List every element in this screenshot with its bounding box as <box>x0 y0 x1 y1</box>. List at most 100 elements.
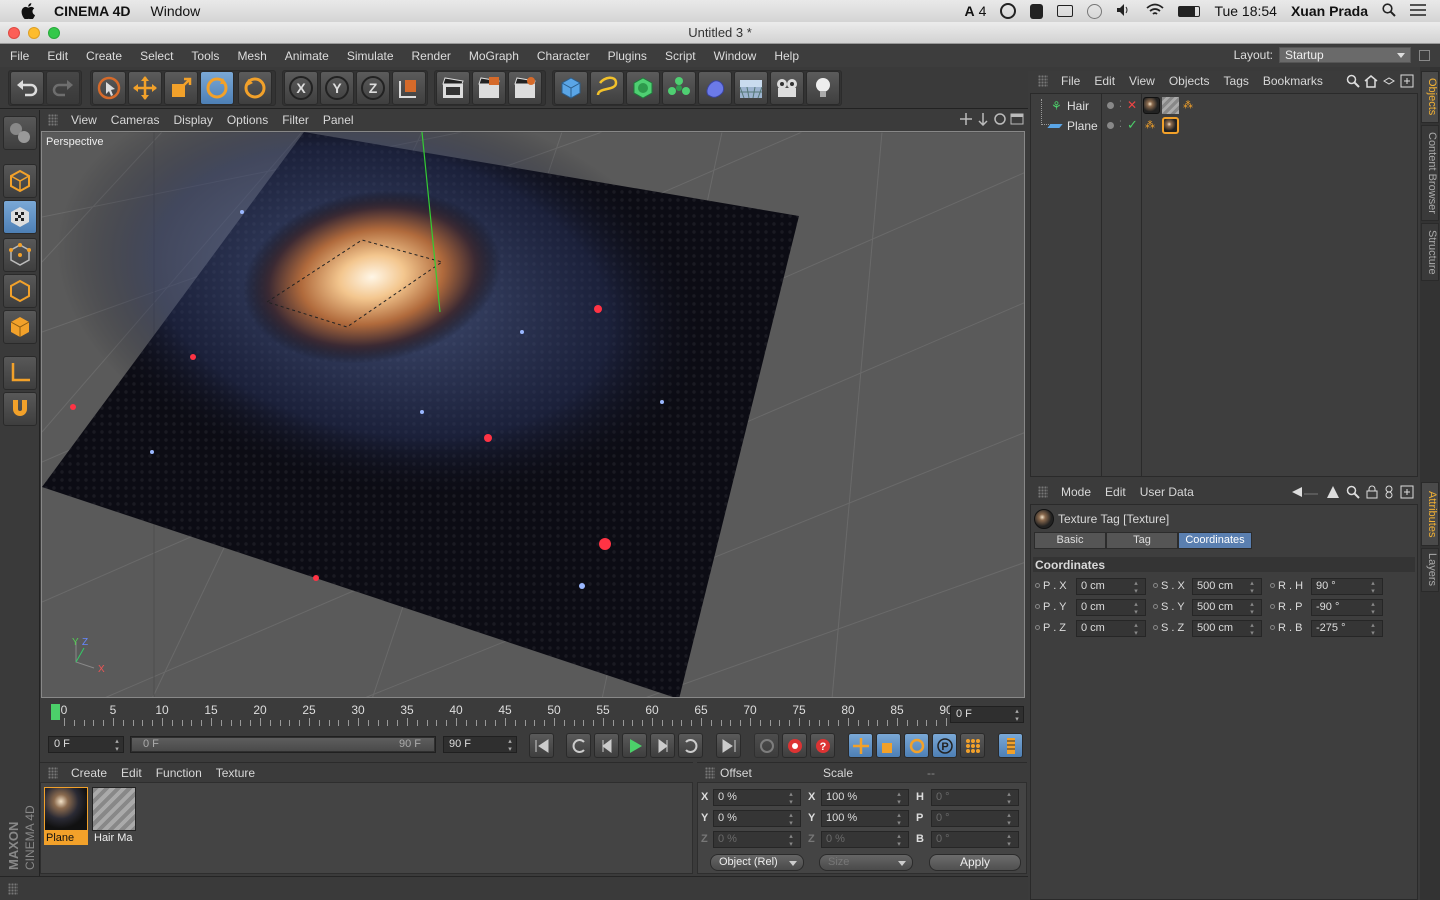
attr-menu-user-data[interactable]: User Data <box>1133 485 1201 499</box>
render-settings-button[interactable] <box>508 71 542 105</box>
rot-b-field[interactable]: 0 ° <box>931 831 1019 848</box>
link-icon[interactable] <box>1384 485 1394 502</box>
polygons-mode-button[interactable] <box>3 310 37 344</box>
menu-help[interactable]: Help <box>765 49 808 63</box>
panel-grip[interactable] <box>1038 486 1048 498</box>
menu-mograph[interactable]: MoGraph <box>460 49 528 63</box>
object-name[interactable]: Plane <box>1067 119 1098 133</box>
object-row-plane[interactable]: Plane ⁚ ✓ ⁂ <box>1031 116 1417 136</box>
disabled-x-icon[interactable]: ✕ <box>1127 98 1137 112</box>
animate-dot[interactable] <box>1153 604 1158 609</box>
coordinate-system-button[interactable] <box>392 71 426 105</box>
material-hair[interactable]: Hair Ma <box>92 787 136 847</box>
offset-y-field[interactable]: 0 % <box>713 810 801 827</box>
object-menu-objects[interactable]: Objects <box>1162 74 1217 88</box>
viewport-menu-filter[interactable]: Filter <box>275 113 316 127</box>
time-machine-icon[interactable] <box>1087 3 1103 19</box>
lock-icon[interactable] <box>1366 485 1378 502</box>
light-button[interactable] <box>806 71 840 105</box>
scale-x-field[interactable]: 500 cm <box>1192 578 1262 595</box>
scale-y-field[interactable]: 100 % <box>821 810 909 827</box>
new-panel-icon[interactable] <box>1400 485 1414 502</box>
material-plane[interactable]: Plane <box>44 787 88 847</box>
phong-tag-icon[interactable]: ⁂ <box>1145 120 1155 131</box>
pos-z-field[interactable]: 0 cm <box>1076 620 1146 637</box>
apple-icon[interactable] <box>18 0 38 22</box>
adobe-icon[interactable]: A <box>965 3 975 19</box>
rot-b-field[interactable]: -275 ° <box>1311 620 1383 637</box>
floor-scene-button[interactable] <box>734 71 768 105</box>
object-menu-bookmarks[interactable]: Bookmarks <box>1256 74 1330 88</box>
offset-z-field[interactable]: 0 % <box>713 831 801 848</box>
rot-h-field[interactable]: 0 ° <box>931 789 1019 806</box>
animate-dot[interactable] <box>1035 583 1040 588</box>
attr-menu-mode[interactable]: Mode <box>1054 485 1098 499</box>
axis-mode-button[interactable] <box>3 356 37 390</box>
viewport-dolly-icon[interactable] <box>976 112 990 129</box>
panel-grip[interactable] <box>48 766 58 779</box>
menu-create[interactable]: Create <box>77 49 131 63</box>
battery-menu-icon[interactable] <box>1057 5 1074 17</box>
rot-p-field[interactable]: -90 ° <box>1311 599 1383 616</box>
key-position-button[interactable] <box>848 733 873 758</box>
mac-menu-window[interactable]: Window <box>151 3 201 19</box>
y-axis-lock-button[interactable]: Y <box>320 71 354 105</box>
hair-material-tag-icon[interactable] <box>1162 97 1179 114</box>
layout-dropdown[interactable]: Startup <box>1279 47 1411 63</box>
menu-animate[interactable]: Animate <box>276 49 338 63</box>
apply-button[interactable]: Apply <box>929 854 1021 871</box>
play-button[interactable] <box>622 733 647 758</box>
viewport-menu-options[interactable]: Options <box>220 113 275 127</box>
render-picture-viewer-button[interactable] <box>472 71 506 105</box>
z-axis-lock-button[interactable]: Z <box>356 71 390 105</box>
key-scale-button[interactable] <box>876 733 901 758</box>
tab-tag[interactable]: Tag <box>1106 532 1178 549</box>
cube-primitive-button[interactable] <box>554 71 588 105</box>
spotlight-icon[interactable] <box>1382 2 1396 20</box>
recent-tools-button[interactable] <box>238 71 272 105</box>
tab-content-browser[interactable]: Content Browser <box>1421 125 1439 221</box>
autokeying-button[interactable]: ? <box>810 733 835 758</box>
menu-simulate[interactable]: Simulate <box>338 49 403 63</box>
panel-grip[interactable] <box>705 766 715 779</box>
panel-grip[interactable] <box>1038 75 1048 87</box>
subdivision-surface-button[interactable] <box>626 71 660 105</box>
material-menu-create[interactable]: Create <box>64 766 114 780</box>
animate-dot[interactable] <box>1270 604 1275 609</box>
animate-dot[interactable] <box>1035 604 1040 609</box>
tab-layers[interactable]: Layers <box>1421 548 1439 592</box>
current-frame-field[interactable]: 0 F <box>950 706 1024 723</box>
evernote-icon[interactable] <box>1030 3 1044 19</box>
tab-objects[interactable]: Objects <box>1421 71 1439 123</box>
textured-plane[interactable] <box>42 132 799 698</box>
timeline-button[interactable] <box>998 733 1023 758</box>
object-menu-edit[interactable]: Edit <box>1087 74 1122 88</box>
back-arrow-icon[interactable] <box>1290 485 1320 502</box>
creative-cloud-icon[interactable] <box>1000 3 1017 19</box>
app-menu-name[interactable]: CINEMA 4D <box>54 3 131 19</box>
rot-h-field[interactable]: 90 ° <box>1311 578 1383 595</box>
autokey-link-button[interactable] <box>754 733 779 758</box>
user-name[interactable]: Xuan Prada <box>1291 3 1368 19</box>
notification-center-icon[interactable] <box>1410 3 1426 19</box>
object-menu-view[interactable]: View <box>1122 74 1162 88</box>
menu-script[interactable]: Script <box>656 49 705 63</box>
menu-window[interactable]: Window <box>705 49 766 63</box>
pos-y-field[interactable]: 0 cm <box>1076 599 1146 616</box>
object-search-icon[interactable] <box>1346 74 1360 91</box>
start-frame-field[interactable]: 0 F <box>48 736 124 753</box>
scale-z-field[interactable]: 0 % <box>821 831 909 848</box>
viewport-menu-cameras[interactable]: Cameras <box>104 113 167 127</box>
menu-character[interactable]: Character <box>528 49 599 63</box>
viewport-menu-display[interactable]: Display <box>166 113 219 127</box>
next-frame-button[interactable] <box>650 733 675 758</box>
key-rotation-button[interactable] <box>904 733 929 758</box>
editor-visibility-dot[interactable] <box>1107 122 1114 129</box>
animate-dot[interactable] <box>1270 583 1275 588</box>
volume-icon[interactable] <box>1116 3 1132 20</box>
battery-icon[interactable] <box>1178 5 1201 17</box>
snapping-button[interactable] <box>3 392 37 426</box>
rot-p-field[interactable]: 0 ° <box>931 810 1019 827</box>
material-menu-function[interactable]: Function <box>149 766 209 780</box>
menu-mesh[interactable]: Mesh <box>228 49 275 63</box>
